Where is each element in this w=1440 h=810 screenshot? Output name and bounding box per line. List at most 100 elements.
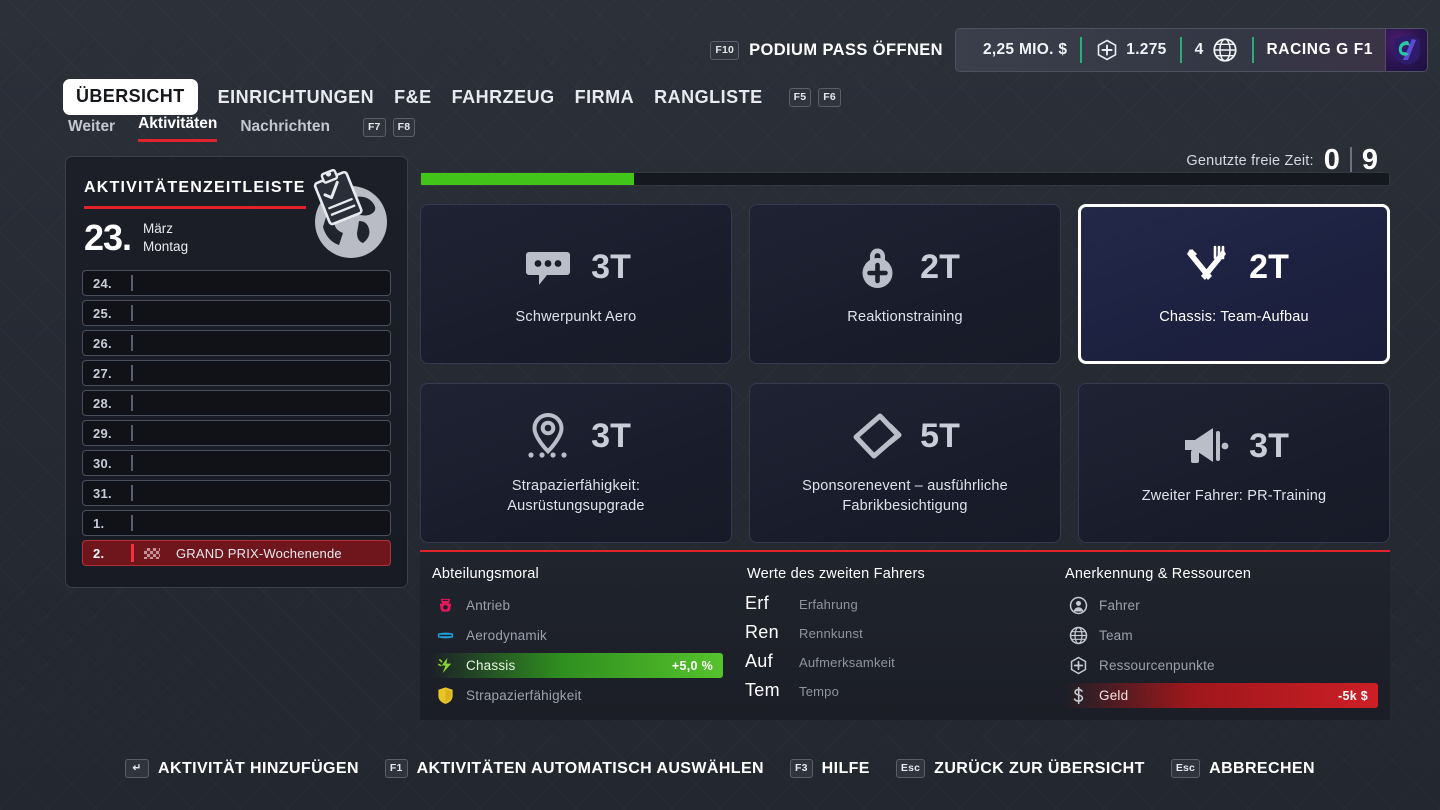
action-keycap: F3 [789,759,813,778]
keycap-f5: F5 [788,87,812,107]
money-value: 2,25 MIO. $ [982,41,1068,58]
action-button[interactable]: ↵ AKTIVITÄT HINZUFÜGEN [125,759,359,778]
timeline-row[interactable]: 30. [82,450,391,476]
driver-column: Werte des zweiten Fahrers Erf Erfahrung Re… [735,566,1053,720]
activity-card[interactable]: 2T Reaktionstraining [749,204,1061,364]
person-circle-icon [1065,596,1091,615]
money-display: 2,25 MIO. $ [970,41,1080,59]
driver-stat-name: Erfahrung [799,597,858,612]
morale-heading: Abteilungsmoral [432,566,539,582]
action-label: ABBRECHEN [1209,759,1315,777]
action-keycap: Esc [1170,759,1201,778]
reputation-value: 4 [1194,41,1204,58]
timeline-row[interactable]: 25. [82,300,391,326]
timeline-row[interactable]: 1. [82,510,391,536]
divider [1179,37,1182,63]
activity-duration: 3T [1249,427,1289,466]
timeline-row-marker [131,515,133,531]
driver-stat-abbr: Ren [745,622,779,642]
timeline-row[interactable]: 27. [82,360,391,386]
shield-icon [432,686,458,705]
tab-fahrzeug[interactable]: FAHRZEUG [452,87,555,108]
timeline-row-day: 1. [93,515,105,531]
timeline-row-day: 26. [93,335,112,351]
subtab-nachrichten[interactable]: Nachrichten [240,118,330,142]
action-keycap: F1 [384,759,408,778]
activity-card[interactable]: 3T Zweiter Fahrer: PR-Training [1078,383,1390,543]
driver-stat-row: Ren Rennkunst [745,622,1041,651]
activity-card[interactable]: 3T Strapazierfähigkeit: Ausrüstungsupgrade [420,383,732,543]
timeline-row[interactable]: 29. [82,420,391,446]
app-root: F10 PODIUM PASS ÖFFNEN 2,25 MIO. $ 1.275… [0,0,1440,810]
resource-row: Ressourcenpunkte [1063,653,1378,678]
main-nav: ÜBERSICHT EINRICHTUNGEN F&E FAHRZEUG FIR… [63,79,841,115]
activity-card-header: 3T [1179,419,1289,473]
tab-uebersicht[interactable]: ÜBERSICHT [63,79,198,115]
engine-icon [432,596,458,615]
action-button[interactable]: F1 AKTIVITÄTEN AUTOMATISCH AUSWÄHLEN [384,759,764,778]
reputation-display: 4 [1182,36,1252,64]
subtab-aktivitaeten[interactable]: Aktivitäten [138,115,218,142]
timeline-row[interactable]: 2. GRAND PRIX-Wochenende [82,540,391,566]
tab-firma[interactable]: FIRMA [575,87,635,108]
podium-pass-button[interactable]: F10 PODIUM PASS ÖFFNEN [710,40,943,60]
driver-stat-row: Tem Tempo [745,680,1041,709]
effects-summary-panel: Abteilungsmoral Antrieb Aerodynamik Chassi… [420,550,1390,720]
rotate-box-icon [850,409,904,463]
driver-stat-row: Auf Aufmerksamkeit [745,651,1041,680]
resource-name: Geld [1099,688,1129,703]
timeline-row-day: 28. [93,395,112,411]
timeline-row-marker [131,365,133,381]
resource-bar: 2,25 MIO. $ 1.275 4 RACING G F1 [954,28,1428,72]
timeline-row[interactable]: 26. [82,330,391,356]
activity-label: Sponsorenevent – ausführliche Fabrikbesic… [802,478,1008,514]
divider [1251,37,1254,63]
driver-stat-name: Aufmerksamkeit [799,655,895,670]
tab-fe[interactable]: F&E [394,87,432,108]
activity-card[interactable]: 3T Schwerpunkt Aero [420,204,732,364]
dollar-icon [1065,686,1091,705]
free-time-progress-bar [420,172,1390,186]
top-bar: F10 PODIUM PASS ÖFFNEN 2,25 MIO. $ 1.275… [0,28,1440,72]
keycap-f7: F7 [362,118,386,137]
morale-name: Chassis [466,658,516,673]
morale-name: Antrieb [466,598,511,613]
activity-card[interactable]: 5T Sponsorenevent – ausführliche Fabrikbes… [749,383,1061,543]
free-time-progress-fill [421,173,634,185]
action-button[interactable]: F3 HILFE [789,759,870,778]
subtab-weiter[interactable]: Weiter [68,118,115,142]
morale-name: Strapazierfähigkeit [466,688,582,703]
activity-timeline-panel: AKTIVITÄTENZEITLEISTE 23. März Montag 24… [65,156,408,588]
driver-stat-abbr: Erf [745,593,769,613]
megaphone-icon [1179,419,1233,473]
timeline-row[interactable]: 24. [82,270,391,296]
timeline-row[interactable]: 31. [82,480,391,506]
driver-stat-name: Rennkunst [799,626,863,641]
speech-bubble-icon [521,240,575,294]
keycap-f6: F6 [818,87,841,107]
timeline-row-day: 27. [93,365,112,381]
timeline-row[interactable]: 28. [82,390,391,416]
tab-rangliste[interactable]: RANGLISTE [654,87,763,108]
free-time-label: Genutzte freie Zeit: [1186,152,1314,169]
resource-points-value: 1.275 [1126,41,1167,58]
team-name: RACING G F1 [1266,41,1373,58]
timeline-row-marker [131,395,133,411]
activity-label: Reaktionstraining [847,309,963,326]
activity-card[interactable]: 2T Chassis: Team-Aufbau [1078,204,1390,364]
activity-card-header: 3T [521,240,631,294]
tab-einrichtungen[interactable]: EINRICHTUNGEN [218,87,375,108]
chassis-icon [432,656,458,675]
divider [1080,37,1083,63]
hexagon-plus-icon [1095,38,1119,62]
morale-name: Aerodynamik [466,628,547,643]
action-label: ZURÜCK ZUR ÜBERSICHT [934,759,1145,777]
action-button[interactable]: Esc ABBRECHEN [1170,759,1315,778]
free-time-total: 9 [1361,144,1378,176]
resource-name: Fahrer [1099,598,1140,613]
activity-duration: 5T [920,417,960,456]
timeline-row-day: 31. [93,485,112,501]
action-button[interactable]: Esc ZURÜCK ZUR ÜBERSICHT [895,759,1145,778]
checkered-flag-icon [144,547,160,559]
wing-icon [432,626,458,645]
